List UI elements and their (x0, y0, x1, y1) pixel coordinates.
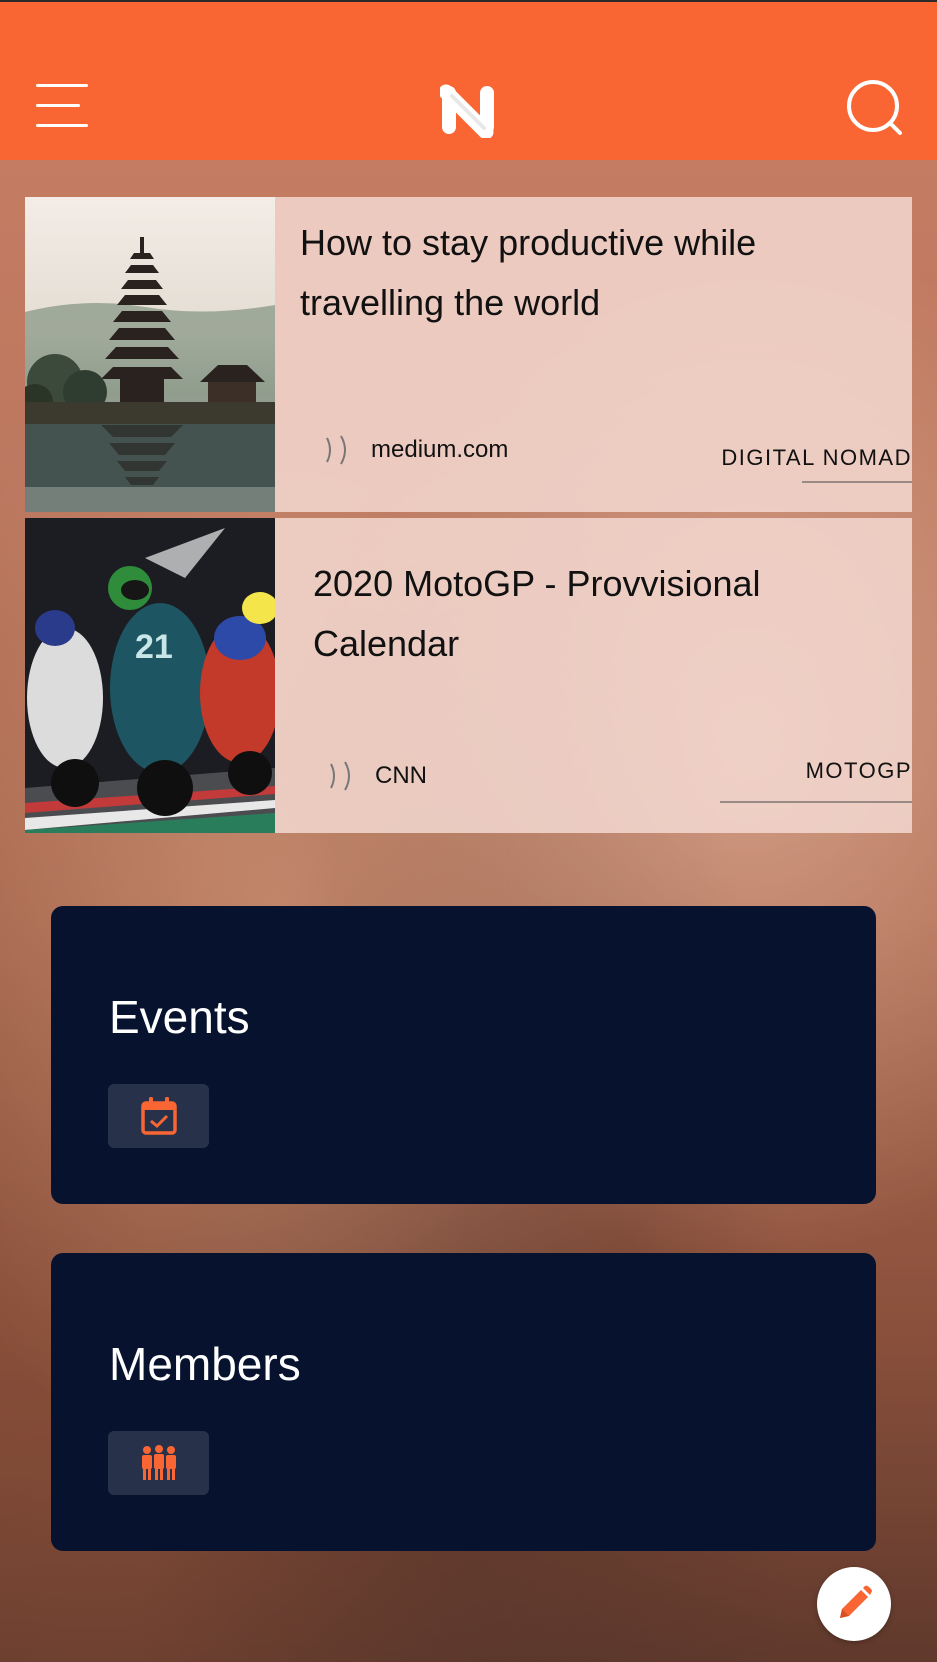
members-section[interactable]: Members (51, 1253, 876, 1551)
members-badge[interactable] (108, 1431, 209, 1495)
article-source-label: medium.com (371, 436, 509, 463)
article-title[interactable]: How to stay productive while travelling … (300, 213, 860, 333)
article-card[interactable]: How to stay productive while travelling … (25, 197, 912, 512)
article-tag[interactable]: MOTOGP (806, 758, 912, 784)
article-title[interactable]: 2020 MotoGP - Provvisional Calendar (313, 554, 913, 674)
article-card[interactable]: 21 2020 MotoGP - Provvisional Calendar C… (25, 518, 912, 833)
menu-line (36, 84, 88, 87)
compose-button[interactable] (817, 1567, 891, 1641)
article-source-label: CNN (375, 762, 427, 789)
svg-text:21: 21 (135, 628, 173, 666)
article-source: medium.com (317, 430, 508, 470)
section-title: Events (109, 991, 250, 1043)
podcast-waves-icon (330, 761, 350, 791)
calendar-check-icon (140, 1097, 177, 1135)
bali-temple-photo (25, 197, 275, 512)
article-thumbnail (25, 197, 275, 512)
events-badge[interactable] (108, 1084, 209, 1148)
article-tag[interactable]: DIGITAL NOMAD (721, 445, 912, 471)
section-title: Members (109, 1338, 301, 1390)
tag-underline (720, 801, 912, 803)
podcast-waves-icon (326, 435, 346, 465)
events-section[interactable]: Events (51, 906, 876, 1204)
menu-line (36, 104, 80, 107)
search-icon[interactable] (845, 78, 905, 138)
top-app-bar (0, 0, 937, 160)
article-source: CNN (321, 756, 427, 796)
menu-line (36, 124, 88, 127)
group-people-icon (141, 1445, 176, 1480)
app-logo[interactable] (438, 82, 496, 140)
pencil-edit-icon (840, 1585, 872, 1618)
hamburger-menu-icon[interactable] (36, 84, 90, 128)
tag-underline (802, 481, 912, 483)
article-thumbnail: 21 (25, 518, 275, 833)
logo-n-icon (438, 84, 494, 140)
motogp-race-photo: 21 (25, 518, 275, 833)
search-glyph (847, 80, 902, 135)
